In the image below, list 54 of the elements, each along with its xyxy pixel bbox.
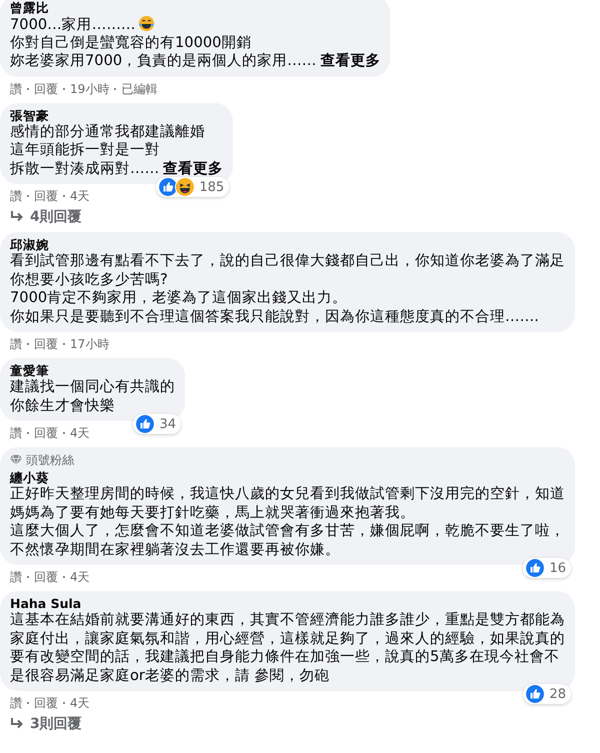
view-replies-link[interactable]: 4則回覆	[30, 208, 82, 226]
view-replies-link[interactable]: 3則回覆	[30, 715, 82, 733]
comment-action[interactable]: 回覆	[34, 188, 58, 204]
comment-text: 妳老婆家用7000，負責的是兩個人的家用……	[10, 52, 316, 69]
comment-action[interactable]: 回覆	[34, 569, 58, 585]
comment-action[interactable]: 已編輯	[121, 80, 158, 96]
comment-action[interactable]: 17小時	[70, 336, 110, 352]
comment-text: 建議找一個同心有共識的	[10, 378, 175, 395]
comment-text: 這年頭能拆一對是一對	[10, 141, 160, 158]
comment-action[interactable]: 回覆	[34, 695, 58, 711]
reply-arrow-icon	[10, 718, 24, 730]
comment-text: 正好昨天整理房間的時候，我這快八歲的女兒看到我做試管剩下沒用完的空針，知道	[10, 485, 565, 502]
see-more-link[interactable]: 查看更多	[163, 160, 224, 176]
reply-arrow-icon	[10, 211, 24, 223]
comment-action[interactable]: 讚	[10, 80, 22, 96]
see-more-link[interactable]: 查看更多	[320, 52, 380, 69]
comment-author[interactable]: 纏小葵	[10, 470, 49, 485]
comment-action[interactable]: 讚	[10, 425, 22, 441]
comment-action[interactable]: 4天	[70, 425, 90, 441]
comment-text: 你想要小孩吃多少苦嗎?	[10, 270, 168, 288]
comment-text: 你對自己倒是蠻寬容的有10000開銷	[10, 34, 252, 50]
comment-action[interactable]: 讚	[10, 569, 22, 585]
comment-text: 看到試管那邊有點看不下去了，說的自己很偉大錢都自己出，你知道你老婆為了滿足	[10, 252, 565, 269]
comment-author[interactable]: 童愛筆	[10, 363, 49, 378]
comment-text: 不然懷孕期間在家裡躺著沒去工作還要再被你嫌。	[10, 540, 340, 558]
comment-text: 感情的部分通常我都建議離婚	[10, 122, 205, 140]
comment-text: 7000肯定不夠家用，老婆為了這個家出錢又出力。	[10, 289, 348, 306]
comment-text: 媽媽為了要有她每天要打針吃藥，馬上就哭著衝過來抱著我。	[10, 504, 415, 520]
comment-action[interactable]: 讚	[10, 336, 22, 352]
comment-action[interactable]: 4天	[70, 569, 90, 585]
top-fan-label: 頭號粉絲	[26, 452, 74, 468]
comment-action[interactable]: 回覆	[34, 80, 58, 96]
comment-author[interactable]: 曾露比	[10, 0, 49, 15]
comment-text: 這基本在結婚前就要溝通好的東西，其實不管經濟能力誰多誰少，重點是雙方都能為	[10, 611, 565, 628]
comment-text: 是很容易滿足家庭or老婆的需求，請 參閱，勿砲	[10, 666, 330, 684]
comment-text: 拆散一對湊成兩對……	[10, 160, 160, 176]
comment-action[interactable]: 回覆	[34, 425, 58, 441]
comment-action[interactable]: 讚	[10, 695, 22, 711]
comment-text: 7000…家用………	[10, 16, 136, 33]
comment-text: 你餘生才會快樂	[10, 396, 115, 414]
comment-author[interactable]: Haha Sula	[10, 596, 82, 611]
comment-action[interactable]: 讚	[10, 188, 22, 204]
diamond-icon	[10, 455, 22, 465]
laughing-tears-emoji-icon	[138, 15, 155, 32]
comment-action[interactable]: 回覆	[34, 336, 58, 352]
comment-action[interactable]: 4天	[70, 188, 90, 204]
comment-action[interactable]: 19小時	[70, 80, 110, 96]
comment-text: 你如果只是要聽到不合理這個答案我只能說對，因為你這種態度真的不合理…….	[10, 308, 539, 324]
comment-text: 這麼大個人了，怎麼會不知道老婆做試管會有多甘苦，嫌個屁啊，乾脆不要生了啦，	[10, 522, 565, 539]
comment-author[interactable]: 張智豪	[10, 108, 49, 122]
comment-action[interactable]: 4天	[70, 695, 90, 711]
comment-text: 家庭付出，讓家庭氣氛和諧，用心經營，這樣就足夠了，過來人的經驗，如果說真的	[10, 630, 565, 646]
comment-text: 要有改變空間的話，我建議把自身能力條件在加強一些，說真的5萬多在現今社會不	[10, 648, 560, 665]
comment-author[interactable]: 邱淑婉	[10, 237, 49, 252]
